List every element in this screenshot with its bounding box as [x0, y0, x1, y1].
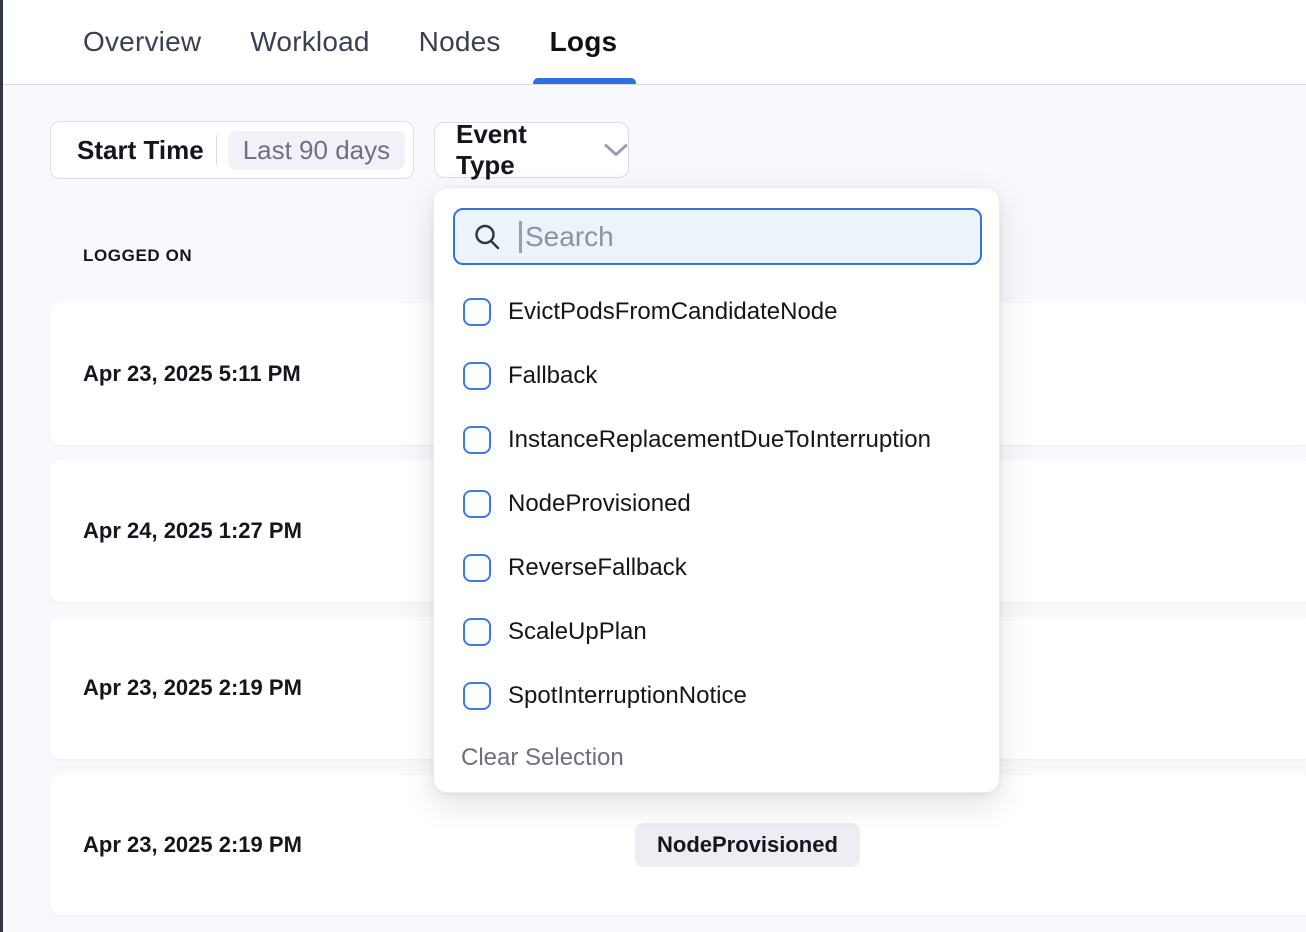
search-field[interactable]: [453, 208, 982, 265]
table-row: Apr 23, 2025 2:19 PM NodeProvisioned: [50, 775, 1306, 915]
checkbox[interactable]: [463, 362, 491, 390]
option-instancereplacementduetointerruption[interactable]: InstanceReplacementDueToInterruption: [434, 408, 999, 472]
option-label: ReverseFallback: [508, 554, 687, 582]
logged-on-column-header: LOGGED ON: [83, 246, 192, 266]
option-spotinterruptionnotice[interactable]: SpotInterruptionNotice: [434, 664, 999, 728]
search-input[interactable]: [522, 221, 980, 253]
option-reversefallback[interactable]: ReverseFallback: [434, 536, 999, 600]
option-label: ScaleUpPlan: [508, 618, 647, 646]
filter-separator: [216, 135, 217, 165]
tab-overview[interactable]: Overview: [83, 0, 201, 84]
start-time-filter-button[interactable]: Start Time Last 90 days: [50, 121, 414, 179]
tab-nodes-label: Nodes: [419, 26, 501, 58]
logs-content: Start Time Last 90 days Event Type LOGGE…: [0, 86, 1306, 932]
left-edge-divider: [0, 0, 3, 932]
tab-workload-label: Workload: [250, 26, 369, 58]
checkbox[interactable]: [463, 298, 491, 326]
event-type-filter-button[interactable]: Event Type: [434, 122, 629, 178]
logged-on-cell: Apr 23, 2025 5:11 PM: [83, 361, 301, 387]
logs-page: Overview Workload Nodes Logs Start Time …: [0, 0, 1306, 932]
tab-overview-label: Overview: [83, 26, 201, 58]
option-nodeprovisioned[interactable]: NodeProvisioned: [434, 472, 999, 536]
active-tab-indicator: [533, 78, 637, 84]
tabs: Overview Workload Nodes Logs: [83, 0, 617, 84]
option-label: SpotInterruptionNotice: [508, 682, 747, 710]
checkbox[interactable]: [463, 490, 491, 518]
checkbox[interactable]: [463, 618, 491, 646]
tab-logs-label: Logs: [550, 26, 618, 58]
tab-workload[interactable]: Workload: [250, 0, 369, 84]
start-time-filter-label: Start Time: [77, 135, 204, 166]
search-icon: [472, 222, 502, 252]
option-evictpodsfromcandidatenode[interactable]: EvictPodsFromCandidateNode: [434, 280, 999, 344]
checkbox[interactable]: [463, 682, 491, 710]
option-label: NodeProvisioned: [508, 490, 691, 518]
event-type-dropdown-panel: EvictPodsFromCandidateNode Fallback Inst…: [433, 187, 1000, 793]
start-time-filter-value: Last 90 days: [228, 131, 405, 170]
event-type-option-list: EvictPodsFromCandidateNode Fallback Inst…: [434, 280, 999, 728]
logged-on-cell: Apr 23, 2025 2:19 PM: [83, 832, 302, 858]
logged-on-cell: Apr 24, 2025 1:27 PM: [83, 518, 302, 544]
tab-bar: Overview Workload Nodes Logs: [0, 0, 1306, 85]
tab-nodes[interactable]: Nodes: [419, 0, 501, 84]
option-scaleupplan[interactable]: ScaleUpPlan: [434, 600, 999, 664]
event-type-filter-label: Event Type: [456, 119, 591, 181]
clear-selection-button[interactable]: Clear Selection: [461, 744, 624, 772]
option-label: InstanceReplacementDueToInterruption: [508, 426, 931, 454]
checkbox[interactable]: [463, 554, 491, 582]
event-type-badge: NodeProvisioned: [635, 823, 860, 867]
tab-logs[interactable]: Logs: [550, 0, 618, 84]
checkbox[interactable]: [463, 426, 491, 454]
logged-on-cell: Apr 23, 2025 2:19 PM: [83, 675, 302, 701]
option-fallback[interactable]: Fallback: [434, 344, 999, 408]
option-label: EvictPodsFromCandidateNode: [508, 298, 838, 326]
chevron-down-icon: [604, 143, 628, 157]
option-label: Fallback: [508, 362, 597, 390]
